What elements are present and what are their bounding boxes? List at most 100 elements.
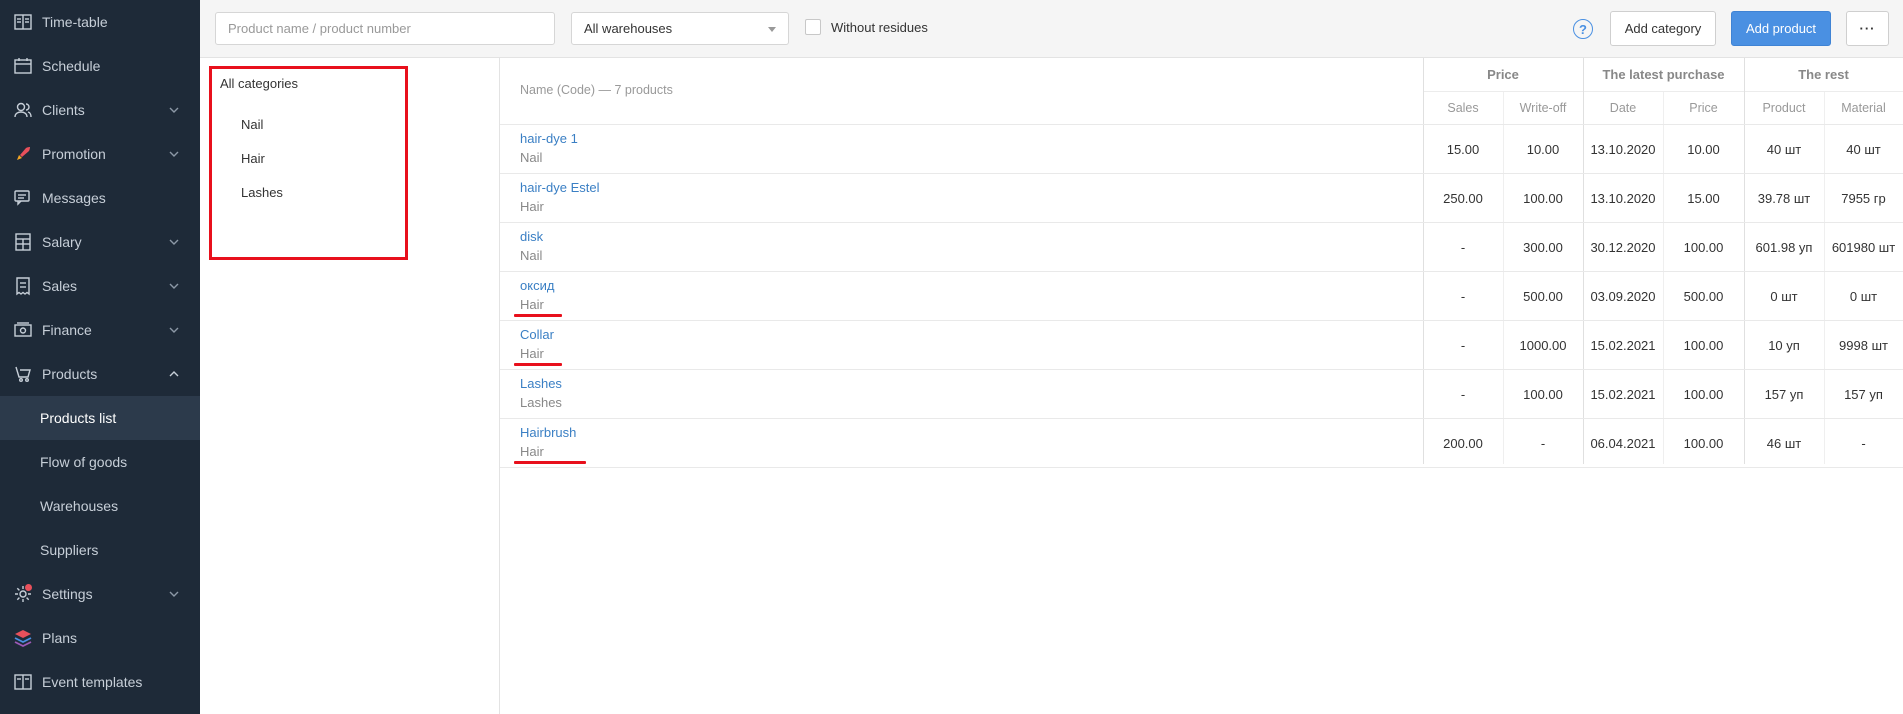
nav-item-event-templates[interactable]: Event templates <box>0 660 200 704</box>
nav-item-schedule[interactable]: Schedule <box>0 44 200 88</box>
writeoff-column-header[interactable]: Write-off <box>1503 92 1583 124</box>
sales-cell: - <box>1460 338 1466 353</box>
product-name-link[interactable]: hair-dye Estel <box>520 180 599 195</box>
purchase-group-header: The latest purchase <box>1583 58 1744 92</box>
sales-cell: 15.00 <box>1446 142 1480 157</box>
nav-subitem-products-list[interactable]: Products list <box>0 396 200 440</box>
nav-label: Sales <box>42 278 78 294</box>
nav-item-finance[interactable]: Finance <box>0 308 200 352</box>
product-category: Hair <box>520 199 544 214</box>
material-cell: - <box>1861 436 1866 451</box>
writeoff-cell: 300.00 <box>1523 240 1563 255</box>
category-item[interactable]: Lashes <box>241 185 283 200</box>
product-cell: 46 шт <box>1766 436 1802 451</box>
search-input[interactable] <box>215 12 555 45</box>
notification-dot <box>25 584 32 591</box>
nav-item-salary[interactable]: Salary <box>0 220 200 264</box>
nav-label: Time-table <box>42 14 108 30</box>
more-options-button[interactable]: ··· <box>1846 11 1889 46</box>
product-category: Hair <box>520 297 544 312</box>
sales-cell: - <box>1460 289 1466 304</box>
sidebar: Time-table Schedule Clients Promotion Me… <box>0 0 200 714</box>
material-cell: 9998 шт <box>1839 338 1888 353</box>
writeoff-cell: 10.00 <box>1526 142 1560 157</box>
price-column-header[interactable]: Price <box>1663 92 1744 124</box>
price-cell: 500.00 <box>1683 289 1724 304</box>
nav-subitem-warehouses[interactable]: Warehouses <box>0 484 200 528</box>
chevron-down-icon <box>169 239 179 245</box>
warehouse-select-value: All warehouses <box>584 21 673 36</box>
price-cell: 100.00 <box>1683 436 1724 451</box>
nav-label: Salary <box>42 234 82 250</box>
without-residues-checkbox[interactable] <box>805 19 821 35</box>
material-column-header[interactable]: Material <box>1824 92 1903 124</box>
without-residues-toggle[interactable]: Without residues <box>805 19 928 35</box>
material-cell: 157 уп <box>1844 387 1883 402</box>
product-name-link[interactable]: Collar <box>520 327 554 342</box>
material-cell: 40 шт <box>1846 142 1881 157</box>
category-item[interactable]: Nail <box>241 117 263 132</box>
nav-item-plans[interactable]: Plans <box>0 616 200 660</box>
writeoff-cell: 1000.00 <box>1519 338 1567 353</box>
nav-item-time-table[interactable]: Time-table <box>0 0 200 44</box>
nav-label: Flow of goods <box>40 454 128 470</box>
layers-icon <box>12 627 34 649</box>
add-product-button[interactable]: Add product <box>1731 11 1831 46</box>
table-row[interactable]: hair-dye Estel Hair 250.00 100.00 13.10.2020… <box>500 174 1903 223</box>
category-item[interactable]: Hair <box>241 151 265 166</box>
name-column-header[interactable]: Name (Code) — 7 products <box>520 83 673 97</box>
category-all[interactable]: All categories <box>220 76 298 91</box>
nav-label: Warehouses <box>40 498 119 514</box>
product-cell: 10 уп <box>1768 338 1800 353</box>
nav-item-promotion[interactable]: Promotion <box>0 132 200 176</box>
highlight-box <box>209 66 408 260</box>
warehouse-select[interactable]: All warehouses <box>571 12 789 45</box>
chevron-down-icon <box>169 107 179 113</box>
rest-group-header: The rest <box>1744 58 1903 92</box>
price-cell: 10.00 <box>1687 142 1720 157</box>
nav-item-clients[interactable]: Clients <box>0 88 200 132</box>
chevron-up-icon <box>169 371 179 377</box>
table-row[interactable]: Collar Hair - 1000.00 15.02.2021 100.00 10 уп 9… <box>500 321 1903 370</box>
price-cell: 100.00 <box>1683 240 1724 255</box>
nav-item-messages[interactable]: Messages <box>0 176 200 220</box>
nav-label: Event templates <box>42 674 143 690</box>
table-row[interactable]: disk Nail - 300.00 30.12.2020 100.00 601.98 уп… <box>500 223 1903 272</box>
date-cell: 30.12.2020 <box>1590 240 1656 255</box>
chat-icon <box>12 187 34 209</box>
product-name-link[interactable]: оксид <box>520 278 554 293</box>
nav-subitem-flow-of-goods[interactable]: Flow of goods <box>0 440 200 484</box>
help-icon[interactable]: ? <box>1573 19 1593 39</box>
product-cell: 157 уп <box>1764 387 1804 402</box>
date-cell: 15.02.2021 <box>1590 338 1656 353</box>
date-column-header[interactable]: Date <box>1583 92 1663 124</box>
nav-label: Settings <box>42 586 93 602</box>
writeoff-cell: - <box>1540 436 1546 451</box>
product-column-header[interactable]: Product <box>1744 92 1824 124</box>
table-row[interactable]: Lashes Lashes - 100.00 15.02.2021 100.00 157 у… <box>500 370 1903 419</box>
nav-subitem-suppliers[interactable]: Suppliers <box>0 528 200 572</box>
nav-label: Messages <box>42 190 106 206</box>
product-name-link[interactable]: Lashes <box>520 376 562 391</box>
product-cell: 601.98 уп <box>1755 240 1813 255</box>
product-name-link[interactable]: hair-dye 1 <box>520 131 578 146</box>
nav-item-settings[interactable]: Settings <box>0 572 200 616</box>
table-row[interactable]: hair-dye 1 Nail 15.00 10.00 13.10.2020 10.00 4… <box>500 125 1903 174</box>
nav-item-products[interactable]: Products <box>0 352 200 396</box>
add-category-button[interactable]: Add category <box>1610 11 1716 46</box>
sales-cell: - <box>1460 240 1466 255</box>
nav-item-sales[interactable]: Sales <box>0 264 200 308</box>
categories-panel: All categories Nail Hair Lashes <box>200 58 500 714</box>
calendar-icon <box>12 55 34 77</box>
table-row[interactable]: Hairbrush Hair 200.00 - 06.04.2021 100.00 46 ш… <box>500 419 1903 468</box>
sales-column-header[interactable]: Sales <box>1423 92 1503 124</box>
product-name-link[interactable]: disk <box>520 229 543 244</box>
product-name-link[interactable]: Hairbrush <box>520 425 576 440</box>
table-row[interactable]: оксид Hair - 500.00 03.09.2020 500.00 0 шт 0 шт <box>500 272 1903 321</box>
without-residues-label: Without residues <box>831 19 928 35</box>
highlight-underline <box>514 363 562 366</box>
nav-label: Suppliers <box>40 542 99 558</box>
writeoff-cell: 100.00 <box>1523 191 1563 206</box>
product-cell: 39.78 шт <box>1757 191 1811 206</box>
date-cell: 03.09.2020 <box>1590 289 1656 304</box>
